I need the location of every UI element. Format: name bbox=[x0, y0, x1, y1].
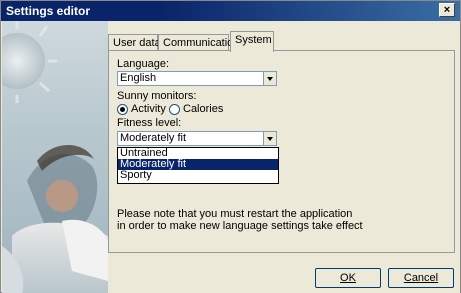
ok-button-label: OK bbox=[340, 272, 356, 284]
title-bar: Settings editor × bbox=[1, 1, 460, 21]
settings-editor-window: Settings editor × User data Communicatio… bbox=[0, 0, 461, 293]
decorative-sun-panel bbox=[2, 21, 108, 293]
language-value: English bbox=[120, 72, 157, 84]
fitness-level-select[interactable]: Moderately fit bbox=[117, 131, 277, 146]
close-button[interactable]: × bbox=[439, 3, 455, 17]
option-sporty[interactable]: Sporty bbox=[118, 170, 278, 181]
restart-note-line1: Please note that you must restart the ap… bbox=[117, 208, 353, 220]
radio-activity-label: Activity bbox=[131, 103, 166, 115]
tab-user-data[interactable]: User data bbox=[108, 34, 161, 51]
restart-note-line2: in order to make new language settings t… bbox=[117, 220, 363, 232]
language-select[interactable]: English bbox=[117, 71, 277, 86]
chevron-down-icon[interactable] bbox=[263, 72, 276, 85]
radio-calories[interactable] bbox=[169, 104, 180, 115]
sun-illustration-icon bbox=[2, 21, 108, 293]
fitness-level-dropdown: Untrained Moderately fit Sporty bbox=[117, 147, 279, 184]
cancel-button[interactable]: Cancel bbox=[388, 268, 454, 288]
tab-system[interactable]: System bbox=[230, 31, 274, 52]
radio-activity[interactable] bbox=[117, 104, 128, 115]
window-title: Settings editor bbox=[6, 4, 91, 18]
fitness-level-label: Fitness level: bbox=[117, 117, 182, 129]
settings-content: User data Communication System Language:… bbox=[108, 21, 460, 293]
cancel-button-label: Cancel bbox=[403, 272, 439, 284]
radio-calories-label: Calories bbox=[183, 103, 224, 115]
tab-communication[interactable]: Communication bbox=[158, 34, 239, 51]
chevron-down-icon[interactable] bbox=[263, 132, 276, 145]
system-tab-panel: Language: English Sunny monitors: Activi… bbox=[108, 50, 455, 253]
ok-button[interactable]: OK bbox=[315, 268, 381, 288]
sunny-monitors-label: Sunny monitors: bbox=[117, 90, 197, 102]
fitness-level-value: Moderately fit bbox=[120, 132, 187, 144]
language-label: Language: bbox=[117, 58, 169, 70]
